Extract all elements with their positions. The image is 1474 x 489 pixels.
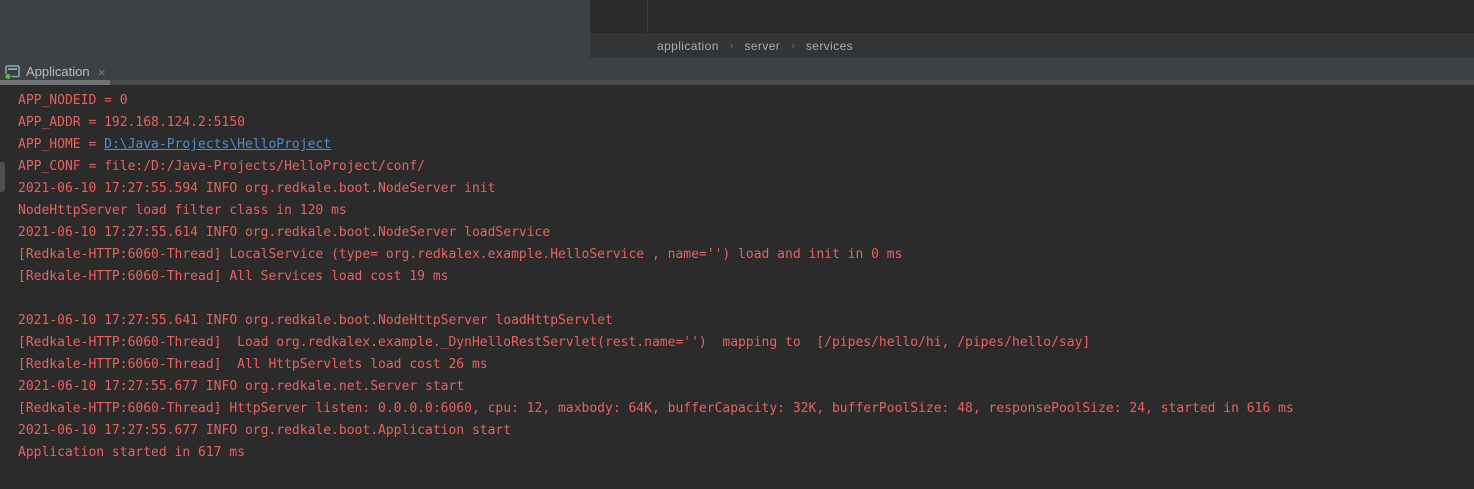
- console-line: [Redkale-HTTP:6060-Thread] HttpServer li…: [18, 398, 1474, 420]
- ide-window: application › server › services Applicat…: [0, 0, 1474, 489]
- tool-window-panel: [0, 0, 590, 58]
- console-text: Application started in 617 ms: [18, 445, 245, 460]
- console-text: [Redkale-HTTP:6060-Thread] HttpServer li…: [18, 401, 1294, 416]
- console-line: Application started in 617 ms: [18, 442, 1474, 464]
- console-line: [18, 288, 1474, 310]
- editor-gutter-divider: [647, 0, 648, 33]
- console-text: [Redkale-HTTP:6060-Thread] All HttpServl…: [18, 357, 488, 372]
- console-text: 2021-06-10 17:27:55.677 INFO org.redkale…: [18, 423, 511, 438]
- console-line: 2021-06-10 17:27:55.594 INFO org.redkale…: [18, 178, 1474, 200]
- console-text: [Redkale-HTTP:6060-Thread] LocalService …: [18, 247, 902, 262]
- editor-area-top: [590, 0, 1474, 33]
- breadcrumb-item-services[interactable]: services: [806, 39, 853, 53]
- console-text: 2021-06-10 17:27:55.641 INFO org.redkale…: [18, 313, 613, 328]
- console-line: [Redkale-HTTP:6060-Thread] All HttpServl…: [18, 354, 1474, 376]
- console-line: APP_NODEID = 0: [18, 90, 1474, 112]
- console-text: [Redkale-HTTP:6060-Thread] All Services …: [18, 269, 448, 284]
- console-line: 2021-06-10 17:27:55.677 INFO org.redkale…: [18, 376, 1474, 398]
- console-text: 2021-06-10 17:27:55.614 INFO org.redkale…: [18, 225, 550, 240]
- console-text: APP_NODEID = 0: [18, 93, 128, 108]
- console-line: APP_CONF = file:/D:/Java-Projects/HelloP…: [18, 156, 1474, 178]
- console-line: APP_ADDR = 192.168.124.2:5150: [18, 112, 1474, 134]
- console-text: APP_HOME =: [18, 137, 104, 152]
- console-line: NodeHttpServer load filter class in 120 …: [18, 200, 1474, 222]
- breadcrumb-item-application[interactable]: application: [657, 39, 719, 53]
- console-output[interactable]: APP_NODEID = 0 APP_ADDR = 192.168.124.2:5…: [0, 85, 1474, 489]
- top-band: application › server › services: [0, 0, 1474, 58]
- console-window-icon: [4, 64, 21, 80]
- console-tab-bar: Application ×: [0, 58, 1474, 85]
- file-link[interactable]: D:\Java-Projects\HelloProject: [104, 137, 331, 152]
- console-line: [Redkale-HTTP:6060-Thread] LocalService …: [18, 244, 1474, 266]
- console-line: [Redkale-HTTP:6060-Thread] Load org.redk…: [18, 332, 1474, 354]
- console-line: APP_HOME = D:\Java-Projects\HelloProject: [18, 134, 1474, 156]
- breadcrumb: application › server › services: [590, 33, 1474, 58]
- chevron-right-icon: ›: [730, 40, 734, 52]
- console-text: 2021-06-10 17:27:55.594 INFO org.redkale…: [18, 181, 495, 196]
- console-line: 2021-06-10 17:27:55.677 INFO org.redkale…: [18, 420, 1474, 442]
- console-text: 2021-06-10 17:27:55.677 INFO org.redkale…: [18, 379, 464, 394]
- console-line: 2021-06-10 17:27:55.614 INFO org.redkale…: [18, 222, 1474, 244]
- chevron-right-icon: ›: [791, 40, 795, 52]
- console-text: APP_CONF = file:/D:/Java-Projects/HelloP…: [18, 159, 425, 174]
- console-line: 2021-06-10 17:27:55.641 INFO org.redkale…: [18, 310, 1474, 332]
- console-line: [Redkale-HTTP:6060-Thread] All Services …: [18, 266, 1474, 288]
- console-text: APP_ADDR = 192.168.124.2:5150: [18, 115, 245, 130]
- gutter-marker: [0, 162, 5, 192]
- breadcrumb-item-server[interactable]: server: [744, 39, 780, 53]
- console-text: [Redkale-HTTP:6060-Thread] Load org.redk…: [18, 335, 1090, 350]
- console-text: NodeHttpServer load filter class in 120 …: [18, 203, 347, 218]
- close-tab-icon[interactable]: ×: [98, 65, 106, 79]
- tab-application-label: Application: [26, 64, 90, 79]
